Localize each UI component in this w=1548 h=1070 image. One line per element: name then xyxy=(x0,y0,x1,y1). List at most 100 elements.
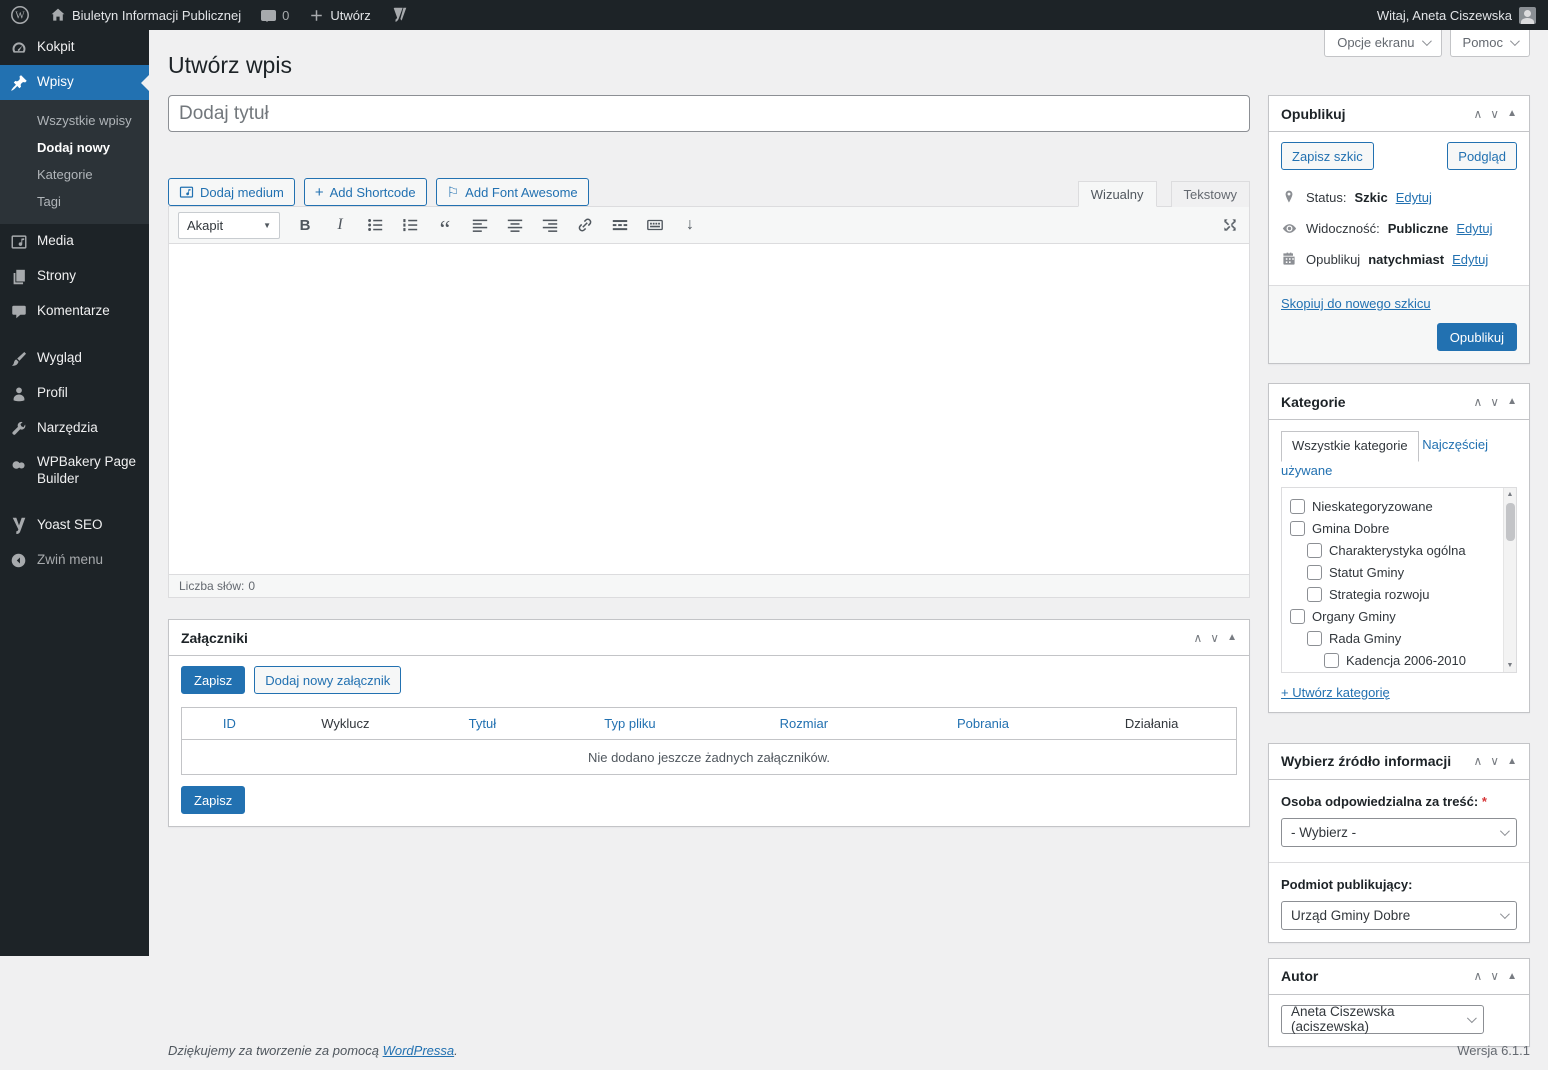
category-item[interactable]: Kadencja 2006-2010 xyxy=(1324,650,1498,672)
copy-to-draft-link[interactable]: Skopiuj do nowego szkicu xyxy=(1281,296,1431,311)
order-up-icon[interactable]: ∧ xyxy=(1474,970,1483,982)
category-item[interactable]: Organy Gminy xyxy=(1290,606,1498,628)
category-checkbox[interactable] xyxy=(1307,631,1322,647)
align-right-icon[interactable] xyxy=(540,215,560,235)
post-title-input[interactable] xyxy=(168,95,1250,132)
toolbar-toggle-icon[interactable] xyxy=(645,215,665,235)
wordpress-link[interactable]: WordPressa xyxy=(383,1043,455,1058)
sidebar-item-categories[interactable]: Kategorie xyxy=(0,161,149,188)
sidebar-item-profile[interactable]: Profil xyxy=(0,376,149,411)
site-link[interactable]: Biuletyn Informacji Publicznej xyxy=(40,0,251,30)
category-checkbox[interactable] xyxy=(1324,653,1339,669)
category-checkbox[interactable] xyxy=(1290,521,1305,537)
order-down-icon[interactable]: ∨ xyxy=(1490,755,1499,767)
category-item[interactable]: Rada Gminy xyxy=(1307,628,1498,650)
italic-icon[interactable]: I xyxy=(330,215,350,235)
category-checkbox[interactable] xyxy=(1307,565,1322,581)
order-down-icon[interactable]: ∨ xyxy=(1490,970,1499,982)
align-center-icon[interactable] xyxy=(505,215,525,235)
sidebar-item-media[interactable]: Media xyxy=(0,224,149,259)
category-checkbox[interactable] xyxy=(1307,587,1322,603)
author-select[interactable]: Aneta Ciszewska (aciszewska) xyxy=(1281,1004,1484,1034)
edit-status-link[interactable]: Edytuj xyxy=(1396,190,1432,205)
category-checkbox[interactable] xyxy=(1307,543,1322,559)
order-down-icon[interactable]: ∨ xyxy=(1490,396,1499,408)
publish-button[interactable]: Opublikuj xyxy=(1436,323,1517,351)
new-content-menu[interactable]: Utwórz xyxy=(299,0,380,30)
sidebar-item-all-posts[interactable]: Wszystkie wpisy xyxy=(0,107,149,134)
scroll-thumb[interactable] xyxy=(1506,502,1515,541)
category-item[interactable]: Gmina Dobre xyxy=(1290,518,1498,540)
scroll-up-icon[interactable]: ▲ xyxy=(1504,488,1516,501)
bullet-list-icon[interactable] xyxy=(365,215,385,235)
sidebar-item-tools[interactable]: Narzędzia xyxy=(0,411,149,446)
bold-icon[interactable]: B xyxy=(295,215,315,235)
help-tab[interactable]: Pomoc xyxy=(1449,30,1530,57)
howdy-greeting[interactable]: Witaj, Aneta Ciszewska xyxy=(1377,8,1512,23)
column-header-size[interactable]: Rozmiar xyxy=(709,716,899,731)
save-draft-button[interactable]: Zapisz szkic xyxy=(1281,142,1374,170)
paragraph-format-select[interactable]: Akapit ▼ xyxy=(178,211,280,239)
add-shortcode-button[interactable]: + Add Shortcode xyxy=(303,178,427,206)
order-up-icon[interactable]: ∧ xyxy=(1474,108,1483,120)
toggle-panel-icon[interactable]: ▲ xyxy=(1227,632,1237,643)
fullscreen-icon[interactable] xyxy=(1220,215,1240,235)
toggle-panel-icon[interactable]: ▲ xyxy=(1507,396,1517,407)
categories-header[interactable]: Kategorie ∧ ∨ ▲ xyxy=(1269,384,1529,420)
screen-options-tab[interactable]: Opcje ekranu xyxy=(1324,30,1442,57)
down-arrow-icon[interactable]: ↓ xyxy=(680,215,700,235)
attachments-save-button-bottom[interactable]: Zapisz xyxy=(181,786,246,814)
avatar[interactable] xyxy=(1519,6,1536,24)
publisher-select[interactable]: Urząd Gminy Dobre xyxy=(1281,900,1517,930)
add-font-awesome-button[interactable]: ⚐ Add Font Awesome xyxy=(435,178,589,206)
toggle-panel-icon[interactable]: ▲ xyxy=(1507,756,1517,767)
toggle-panel-icon[interactable]: ▲ xyxy=(1507,971,1517,982)
sidebar-item-posts[interactable]: Wpisy xyxy=(0,65,149,100)
category-item[interactable]: Strategia rozwoju xyxy=(1307,584,1498,606)
category-item[interactable]: Statut Gminy xyxy=(1307,562,1498,584)
sidebar-item-yoast-seo[interactable]: Yoast SEO xyxy=(0,508,149,543)
column-header-title[interactable]: Tytuł xyxy=(414,716,551,731)
sidebar-item-pages[interactable]: Strony xyxy=(0,259,149,294)
tab-all-categories[interactable]: Wszystkie kategorie xyxy=(1281,431,1419,462)
column-header-filetype[interactable]: Typ pliku xyxy=(551,716,709,731)
scroll-down-icon[interactable]: ▼ xyxy=(1504,659,1516,672)
column-header-id[interactable]: ID xyxy=(182,716,277,731)
category-item[interactable]: Nieskategoryzowane xyxy=(1290,496,1498,518)
blockquote-icon[interactable]: “ xyxy=(435,215,455,242)
add-attachment-button[interactable]: Dodaj nowy załącznik xyxy=(254,666,402,694)
responsible-person-select[interactable]: - Wybierz - xyxy=(1281,817,1517,847)
sidebar-item-dashboard[interactable]: Kokpit xyxy=(0,30,149,65)
sidebar-item-collapse-menu[interactable]: Zwiń menu xyxy=(0,543,149,578)
align-left-icon[interactable] xyxy=(470,215,490,235)
category-checkbox[interactable] xyxy=(1290,499,1305,515)
preview-button[interactable]: Podgląd xyxy=(1447,142,1517,170)
attachments-save-button[interactable]: Zapisz xyxy=(181,666,246,694)
editor-content-area[interactable] xyxy=(169,244,1249,574)
tab-text[interactable]: Tekstowy xyxy=(1170,181,1250,207)
yoast-toolbar-menu[interactable] xyxy=(381,0,419,30)
wordpress-logo-menu[interactable]: W xyxy=(0,0,40,30)
order-down-icon[interactable]: ∨ xyxy=(1490,108,1499,120)
author-header[interactable]: Autor ∧ ∨ ▲ xyxy=(1269,959,1529,995)
tab-visual[interactable]: Wizualny xyxy=(1077,181,1157,207)
sidebar-item-tags[interactable]: Tagi xyxy=(0,188,149,215)
numbered-list-icon[interactable] xyxy=(400,215,420,235)
order-up-icon[interactable]: ∧ xyxy=(1194,632,1203,644)
comments-shortcut[interactable]: 0 xyxy=(251,0,299,30)
sidebar-item-comments[interactable]: Komentarze xyxy=(0,294,149,329)
order-up-icon[interactable]: ∧ xyxy=(1474,755,1483,767)
edit-schedule-link[interactable]: Edytuj xyxy=(1452,252,1488,267)
order-down-icon[interactable]: ∨ xyxy=(1210,632,1219,644)
column-header-downloads[interactable]: Pobrania xyxy=(899,716,1068,731)
category-item[interactable]: Charakterystyka ogólna xyxy=(1307,540,1498,562)
sidebar-item-add-new[interactable]: Dodaj nowy xyxy=(0,134,149,161)
sidebar-item-wpbakery[interactable]: WPBakery Page Builder xyxy=(0,446,149,496)
sidebar-item-appearance[interactable]: Wygląd xyxy=(0,341,149,376)
add-category-link[interactable]: + Utwórz kategorię xyxy=(1281,685,1390,700)
attachments-header[interactable]: Załączniki ∧ ∨ ▲ xyxy=(169,620,1249,656)
toggle-panel-icon[interactable]: ▲ xyxy=(1507,108,1517,119)
edit-visibility-link[interactable]: Edytuj xyxy=(1456,221,1492,236)
link-icon[interactable] xyxy=(575,215,595,235)
publish-header[interactable]: Opublikuj ∧ ∨ ▲ xyxy=(1269,96,1529,132)
